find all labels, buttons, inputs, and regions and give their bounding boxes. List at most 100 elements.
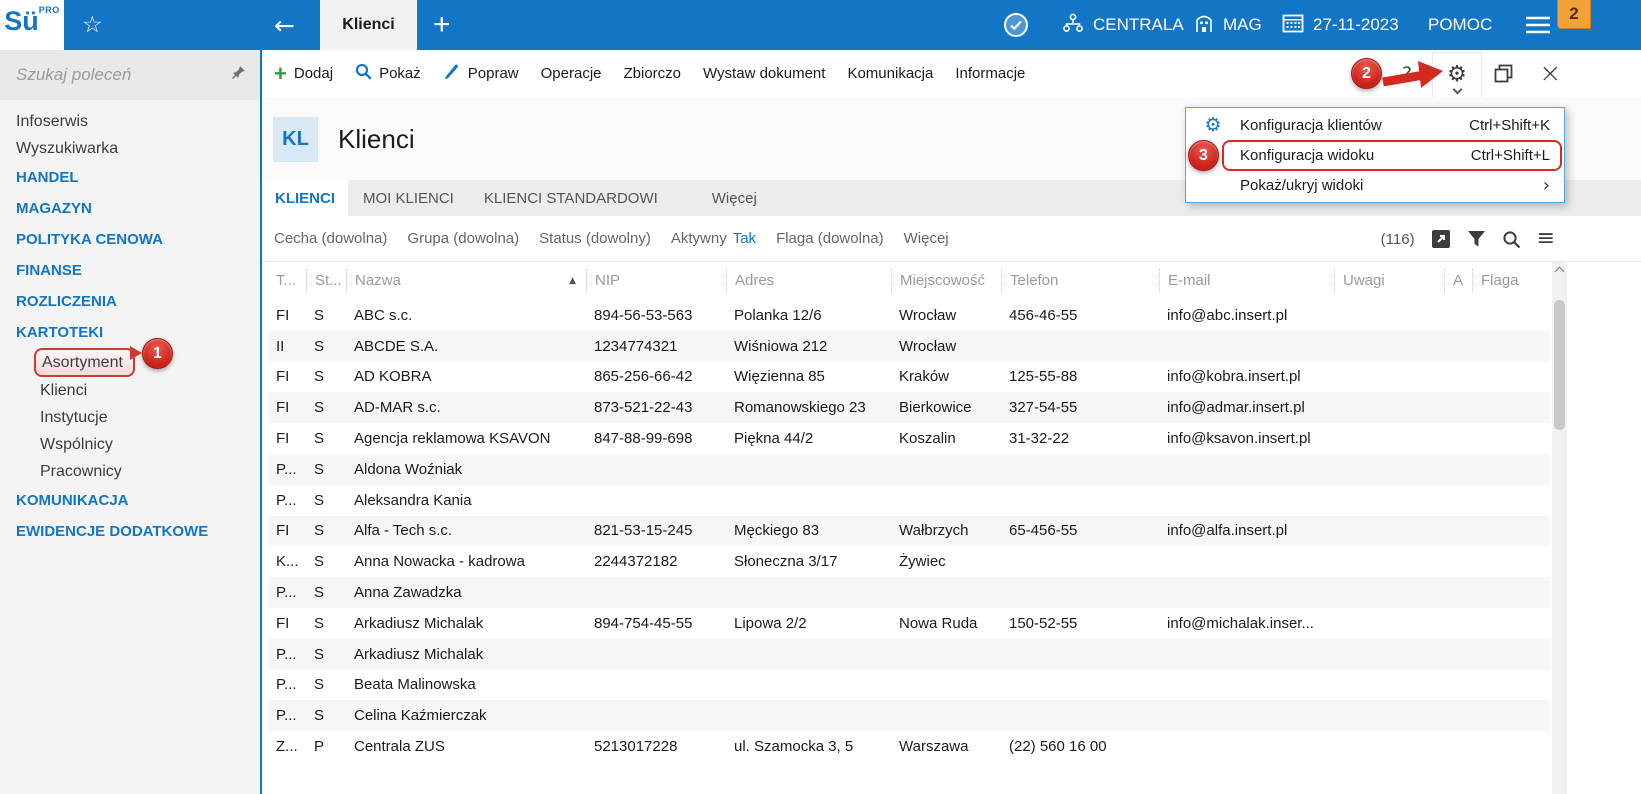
toolbar-komunikacja[interactable]: Komunikacja [847, 65, 933, 82]
company-selector[interactable]: CENTRALA [1062, 0, 1184, 50]
sidebar-item-ewidencje-dodatkowe[interactable]: EWIDENCJE DODATKOWE [0, 516, 260, 547]
sidebar-item-kartoteki[interactable]: KARTOTEKI [0, 317, 260, 348]
filter-cecha-dowolna[interactable]: Cecha (dowolna) [274, 230, 387, 247]
sidebar-item-magazyn[interactable]: MAGAZYN [0, 193, 260, 224]
table-row[interactable]: FISABC s.c.894-56-53-563Polanka 12/6Wroc… [268, 300, 1550, 331]
view-tab-moi-klienci[interactable]: MOI KLIENCI [348, 180, 469, 216]
top-bar: SüPRO ☆ ← Klienci + CENTRALA MAG 27-11-2… [0, 0, 1641, 50]
column-header-st[interactable]: St... [306, 269, 346, 293]
sidebar-item-instytucje[interactable]: Instytucje [0, 404, 260, 431]
column-header-t[interactable]: T... [268, 269, 306, 293]
scroll-up-arrow-icon[interactable] [1552, 268, 1567, 284]
submenu-arrow-icon: › [1543, 175, 1550, 196]
table-row[interactable]: P...SCelina Kaźmierczak [268, 700, 1550, 731]
toolbar-wystaw-dokument[interactable]: Wystaw dokument [703, 65, 825, 82]
search-icon[interactable] [1502, 230, 1521, 249]
column-header-telefon[interactable]: Telefon [1001, 269, 1159, 293]
detach-window-icon[interactable] [1494, 50, 1513, 97]
module-tab-klienci[interactable]: Klienci [320, 0, 417, 50]
toolbar-dodaj[interactable]: +Dodaj [274, 65, 333, 82]
sidebar-item-handel[interactable]: HANDEL [0, 162, 260, 193]
close-icon[interactable]: × [1539, 50, 1562, 97]
table-row[interactable]: P...SAldona Woźniak [268, 454, 1550, 485]
sidebar-item-asortyment[interactable]: Asortyment [34, 348, 135, 377]
sidebar-item-finanse[interactable]: FINANSE [0, 255, 260, 286]
toolbar-operacje[interactable]: Operacje [541, 65, 602, 82]
new-tab-plus-icon[interactable]: + [433, 0, 451, 50]
column-header-adres[interactable]: Adres [726, 269, 891, 293]
notification-badge[interactable]: 2 [1557, 0, 1591, 29]
scrollbar-thumb[interactable] [1554, 300, 1565, 430]
toolbar-popraw[interactable]: Popraw [443, 63, 519, 85]
filter-aktywny[interactable]: AktywnyTak [671, 230, 756, 247]
toolbar-pokaż[interactable]: Pokaż [355, 63, 421, 84]
annotation-step-1: 1 [142, 338, 173, 369]
filter-więcej[interactable]: Więcej [904, 230, 949, 247]
list-options-icon[interactable]: ≡ [1537, 229, 1555, 249]
sidebar-item-komunikacja[interactable]: KOMUNIKACJA [0, 485, 260, 516]
help-icon[interactable]: ? [1402, 50, 1412, 97]
sidebar-item-wspólnicy[interactable]: Wspólnicy [0, 431, 260, 458]
export-icon[interactable] [1431, 229, 1451, 249]
filter-funnel-icon[interactable] [1467, 230, 1486, 248]
column-header-e-mail[interactable]: E-mail [1159, 269, 1334, 293]
column-header-nip[interactable]: NIP [586, 269, 726, 293]
help-menu[interactable]: POMOC [1428, 0, 1492, 50]
org-chart-icon [1062, 13, 1084, 38]
table-row[interactable]: IISABCDE S.A.1234774321Wiśniowa 212Wrocł… [268, 331, 1550, 362]
table-row[interactable]: FISAD KOBRA865-256-66-42Więzienna 85Krak… [268, 362, 1550, 393]
view-tab-więcej[interactable]: Więcej [697, 180, 772, 216]
column-header-a[interactable]: A [1444, 269, 1472, 293]
table-row[interactable]: K...SAnna Nowacka - kadrowa2244372182Sło… [268, 546, 1550, 577]
sidebar-item-klienci[interactable]: Klienci [0, 377, 260, 404]
view-tab-klienci-standardowi[interactable]: KLIENCI STANDARDOWI [469, 180, 673, 216]
date-selector[interactable]: 27-11-2023 [1282, 0, 1399, 50]
filter-status-dowolny[interactable]: Status (dowolny) [539, 230, 651, 247]
annotation-step1-tail [130, 346, 142, 360]
table-row[interactable]: P...SArkadiusz Michalak [268, 639, 1550, 670]
table-row[interactable]: P...SAleksandra Kania [268, 485, 1550, 516]
menu-item-konfiguracja-klientów[interactable]: ⚙Konfiguracja klientówCtrl+Shift+K [1186, 110, 1564, 140]
table-row[interactable]: FISAgencja reklamowa KSAVON847-88-99-698… [268, 423, 1550, 454]
add-plus-icon: + [274, 67, 287, 81]
table-row[interactable]: FISAD-MAR s.c.873-521-22-43Romanowskiego… [268, 392, 1550, 423]
page-title: Klienci [338, 124, 415, 155]
toolbar-informacje[interactable]: Informacje [955, 65, 1025, 82]
building-icon [1194, 13, 1214, 38]
table-row[interactable]: P...SAnna Zawadzka [268, 577, 1550, 608]
hamburger-menu-icon[interactable] [1526, 0, 1550, 50]
view-tab-klienci[interactable]: KLIENCI [262, 180, 348, 216]
app-logo: SüPRO [0, 0, 64, 50]
sync-status-icon[interactable] [1003, 0, 1029, 50]
favorites-star-icon[interactable]: ☆ [82, 0, 103, 50]
table-row[interactable]: P...SBeata Malinowska [268, 670, 1550, 701]
vertical-scrollbar[interactable] [1552, 262, 1567, 794]
command-search-input[interactable]: Szukaj poleceń [0, 50, 260, 100]
filter-grupa-dowolna[interactable]: Grupa (dowolna) [407, 230, 519, 247]
gear-icon: ⚙ [1447, 64, 1467, 86]
sidebar-item-infoserwis[interactable]: Infoserwis [0, 108, 260, 135]
filter-flaga-dowolna[interactable]: Flaga (dowolna) [776, 230, 884, 247]
calendar-icon [1282, 13, 1304, 38]
table-row[interactable]: Z...PCentrala ZUS5213017228ul. Szamocka … [268, 731, 1550, 762]
sidebar-menu: InfoserwisWyszukiwarkaHANDELMAGAZYNPOLIT… [0, 108, 260, 547]
toolbar-zbiorczo[interactable]: Zbiorczo [624, 65, 682, 82]
pin-icon[interactable] [230, 65, 246, 86]
table-row[interactable]: FISAlfa - Tech s.c.821-53-15-245Męckiego… [268, 516, 1550, 547]
column-header-uwagi[interactable]: Uwagi [1334, 269, 1444, 293]
menu-item-pokaż-ukryj-widoki[interactable]: Pokaż/ukryj widoki› [1186, 170, 1564, 200]
sidebar-item-wyszukiwarka[interactable]: Wyszukiwarka [0, 135, 260, 162]
column-header-miejscowość[interactable]: Miejscowość [891, 269, 1001, 293]
search-placeholder: Szukaj poleceń [16, 65, 131, 85]
column-header-nazwa[interactable]: Nazwa▲ [346, 269, 586, 293]
column-header-flaga[interactable]: Flaga [1472, 269, 1550, 293]
annotation-step-3: 3 [1188, 140, 1219, 171]
sort-asc-icon: ▲ [569, 269, 576, 293]
warehouse-selector[interactable]: MAG [1194, 0, 1262, 50]
table-row[interactable]: FISArkadiusz Michalak894-754-45-55Lipowa… [268, 608, 1550, 639]
sidebar-item-pracownicy[interactable]: Pracownicy [0, 458, 260, 485]
back-arrow-icon[interactable]: ← [274, 0, 295, 50]
sidebar-item-polityka-cenowa[interactable]: POLITYKA CENOWA [0, 224, 260, 255]
module-badge: KL [273, 117, 318, 162]
sidebar-item-rozliczenia[interactable]: ROZLICZENIA [0, 286, 260, 317]
